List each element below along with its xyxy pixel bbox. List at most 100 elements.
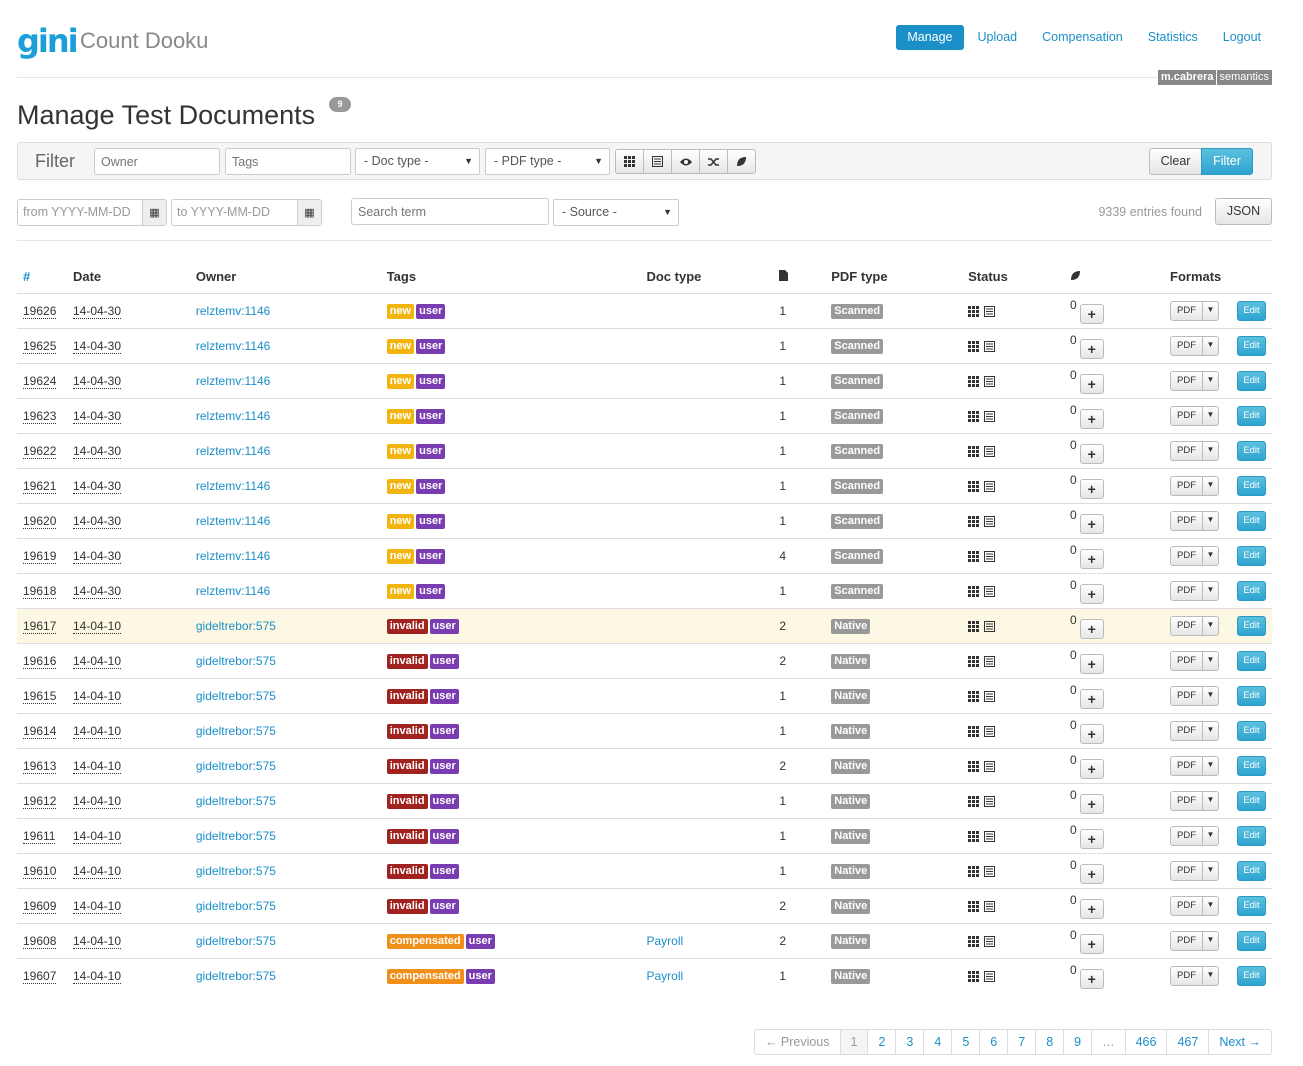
grid-icon[interactable] [968,585,980,597]
format-dropdown[interactable]: PDF ▼ [1170,825,1219,846]
owner-link[interactable]: gideltrebor:575 [196,689,276,703]
add-button[interactable]: + [1079,688,1104,709]
grid-icon[interactable] [968,830,980,842]
doc-id[interactable]: 19608 [23,933,57,949]
list-icon[interactable] [984,900,996,912]
grid-icon[interactable] [968,795,980,807]
list-view-button[interactable] [643,149,672,174]
to-date-field[interactable]: to YYYY-MM-DD ▦ [171,199,322,226]
owner-link[interactable]: gideltrebor:575 [196,829,276,843]
edit-button[interactable]: Edit [1237,615,1266,636]
add-button[interactable]: + [1079,513,1104,534]
doc-id[interactable]: 19613 [23,758,57,774]
owner-input[interactable] [94,148,220,175]
add-button[interactable]: + [1079,758,1104,779]
owner-link[interactable]: relztemv:1146 [196,479,270,493]
tags-input[interactable] [225,148,351,175]
doc-id[interactable]: 19615 [23,688,57,704]
add-button[interactable]: + [1079,723,1104,744]
doc-id[interactable]: 19625 [23,338,57,354]
grid-icon[interactable] [968,971,980,983]
grid-icon[interactable] [968,725,980,737]
edit-button[interactable]: Edit [1237,790,1266,811]
edit-button[interactable]: Edit [1237,825,1266,846]
format-dropdown[interactable]: PDF ▼ [1170,965,1219,986]
shuffle-button[interactable] [699,149,728,174]
list-icon[interactable] [984,830,996,842]
app-name[interactable]: Count Dooku [80,28,208,54]
tag-new[interactable]: new [386,478,415,494]
previous-page-button[interactable]: ← Previous [755,1030,840,1054]
gini-logo[interactable]: gini [17,24,79,58]
tag-user[interactable]: user [429,828,459,844]
list-icon[interactable] [984,550,996,562]
page-6[interactable]: 6 [979,1030,1007,1054]
doc-id[interactable]: 19621 [23,478,57,494]
add-button[interactable]: + [1079,303,1104,324]
edit-button[interactable]: Edit [1237,475,1266,496]
list-icon[interactable] [984,445,996,457]
owner-link[interactable]: gideltrebor:575 [196,864,276,878]
search-input[interactable] [351,198,549,225]
grid-icon[interactable] [968,935,980,947]
doc-id[interactable]: 19622 [23,443,57,459]
edit-button[interactable]: Edit [1237,720,1266,741]
list-icon[interactable] [984,760,996,772]
doc-id[interactable]: 19619 [23,548,57,564]
leaf-button[interactable] [727,149,756,174]
list-icon[interactable] [984,410,996,422]
owner-link[interactable]: gideltrebor:575 [196,969,276,983]
owner-link[interactable]: gideltrebor:575 [196,794,276,808]
owner-link[interactable]: relztemv:1146 [196,339,270,353]
format-dropdown[interactable]: PDF ▼ [1170,685,1219,706]
tag-user[interactable]: user [416,443,446,459]
edit-button[interactable]: Edit [1237,650,1266,671]
edit-button[interactable]: Edit [1237,300,1266,321]
add-button[interactable]: + [1079,478,1104,499]
tag-user[interactable]: user [416,583,446,599]
add-button[interactable]: + [1079,443,1104,464]
list-icon[interactable] [984,375,996,387]
owner-link[interactable]: gideltrebor:575 [196,759,276,773]
header-pages[interactable] [773,260,826,294]
add-button[interactable]: + [1079,548,1104,569]
source-select[interactable]: - Source - ▼ [553,199,679,226]
tag-new[interactable]: new [386,513,415,529]
owner-link[interactable]: gideltrebor:575 [196,724,276,738]
owner-link[interactable]: relztemv:1146 [196,374,270,388]
doc-id[interactable]: 19611 [23,828,56,844]
add-button[interactable]: + [1079,583,1104,604]
owner-link[interactable]: gideltrebor:575 [196,619,276,633]
page-3[interactable]: 3 [895,1030,923,1054]
add-button[interactable]: + [1079,373,1104,394]
doc-id[interactable]: 19607 [23,968,57,984]
header-doctype[interactable]: Doc type [640,260,774,294]
owner-link[interactable]: relztemv:1146 [196,409,270,423]
tag-new[interactable]: new [386,338,415,354]
grid-icon[interactable] [968,515,980,527]
tag-user[interactable]: user [429,723,459,739]
doc-id[interactable]: 19614 [23,723,57,739]
header-num[interactable]: # [17,260,67,294]
grid-icon[interactable] [968,900,980,912]
list-icon[interactable] [984,690,996,702]
edit-button[interactable]: Edit [1237,510,1266,531]
edit-button[interactable]: Edit [1237,685,1266,706]
page-8[interactable]: 8 [1035,1030,1063,1054]
owner-link[interactable]: relztemv:1146 [196,549,270,563]
tag-new[interactable]: new [386,408,415,424]
list-icon[interactable] [984,725,996,737]
owner-link[interactable]: gideltrebor:575 [196,934,276,948]
format-dropdown[interactable]: PDF ▼ [1170,545,1219,566]
owner-link[interactable]: relztemv:1146 [196,304,270,318]
grid-icon[interactable] [968,760,980,772]
format-dropdown[interactable]: PDF ▼ [1170,895,1219,916]
preview-button[interactable] [671,149,700,174]
format-dropdown[interactable]: PDF ▼ [1170,475,1219,496]
grid-icon[interactable] [968,375,980,387]
page-7[interactable]: 7 [1007,1030,1035,1054]
page-4[interactable]: 4 [923,1030,951,1054]
tag-compensated[interactable]: compensated [386,933,464,949]
grid-icon[interactable] [968,655,980,667]
edit-button[interactable]: Edit [1237,930,1266,951]
